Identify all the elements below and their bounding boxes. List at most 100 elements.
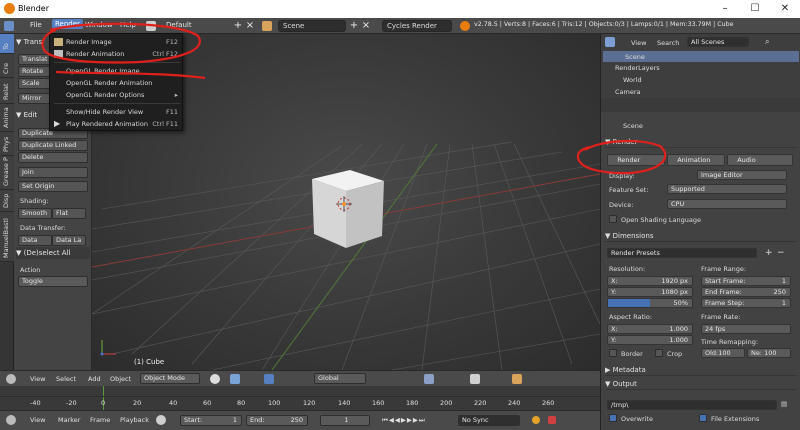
resolution-x-field[interactable]: X: 1920 px (607, 276, 693, 286)
frame-step-field[interactable]: Frame Step: 1 (701, 298, 791, 308)
menu-item-opengl-render-options[interactable]: OpenGL Render Options ▸ (50, 89, 184, 101)
aspect-y-field[interactable]: Y: 1.000 (607, 335, 693, 345)
menu-item-opengl-render-image[interactable]: OpenGL Render Image (50, 65, 184, 77)
resolution-y-field[interactable]: Y: 1080 px (607, 287, 693, 297)
outliner-item-renderlayers[interactable]: RenderLayers (615, 64, 660, 72)
search-icon[interactable]: ⌕ (765, 37, 769, 47)
3d-view-editor-icon[interactable] (6, 374, 16, 384)
smooth-button[interactable]: Smooth (18, 208, 52, 219)
output-section-header[interactable]: ▼ Output (605, 378, 797, 390)
render-engine-selector[interactable]: Cycles Render (382, 20, 452, 32)
menu-item-opengl-render-animation[interactable]: OpenGL Render Animation (50, 77, 184, 89)
deselect-all-header[interactable]: ▼ (De)select All (16, 247, 90, 259)
dimensions-section-header[interactable]: ▼ Dimensions (605, 230, 797, 242)
timeline-view-menu[interactable]: View (30, 416, 45, 424)
current-frame-field[interactable]: 1 (320, 415, 370, 426)
frame-menu[interactable]: Frame (90, 416, 110, 424)
end-frame-field[interactable]: End Frame: 250 (701, 287, 791, 297)
menu-item-render-image[interactable]: Render Image F12 (50, 36, 184, 48)
aspect-x-field[interactable]: X: 1.000 (607, 324, 693, 334)
device-selector[interactable]: CPU (667, 199, 787, 209)
delete-button[interactable]: Delete (18, 152, 88, 163)
manipulator-icon[interactable] (264, 374, 274, 384)
layout-selector[interactable]: Default (166, 21, 192, 29)
render-presets-selector[interactable]: Render Presets (607, 248, 757, 258)
outliner-editor-icon[interactable] (605, 37, 615, 47)
remove-preset-button[interactable]: − (777, 248, 785, 258)
time-remap-old-field[interactable]: Old:100 (701, 348, 745, 358)
animation-button[interactable]: Animation (667, 154, 725, 166)
folder-icon[interactable]: ▤ (781, 400, 787, 408)
playback-menu[interactable]: Playback (120, 416, 149, 424)
tab-grease-pencil[interactable]: Grease P (0, 156, 14, 190)
tab-tools[interactable]: To (0, 34, 14, 54)
tab-relations[interactable]: Relat (0, 78, 14, 104)
menu-item-play-rendered-animation[interactable]: ▶ Play Rendered Animation Ctrl F11 (50, 118, 184, 130)
overwrite-checkbox[interactable] (609, 414, 617, 422)
add-layout-button[interactable]: + (232, 20, 244, 32)
auto-keying-icon[interactable] (532, 416, 540, 424)
timeline-editor-icon[interactable] (6, 415, 16, 425)
join-button[interactable]: Join (18, 167, 88, 178)
outliner-item-world[interactable]: World (623, 76, 642, 84)
border-checkbox[interactable] (609, 349, 617, 357)
outliner-display-mode[interactable]: All Scenes (687, 37, 749, 47)
render-section-header[interactable]: ▼ Render (605, 136, 797, 148)
menu-help[interactable]: Help (120, 21, 136, 29)
properties-context-tabs[interactable] (601, 98, 800, 112)
metadata-section-header[interactable]: ▶ Metadata (605, 364, 797, 376)
tab-physics[interactable]: Phys (0, 132, 14, 156)
close-button[interactable]: ✕ (770, 1, 800, 17)
output-path-field[interactable]: /tmp\ (607, 400, 777, 410)
opengl-render-icon[interactable] (512, 374, 522, 384)
menu-item-render-animation[interactable]: Render Animation Ctrl F12 (50, 48, 184, 60)
render-button[interactable]: Render (607, 154, 665, 166)
keying-set-icon[interactable] (548, 416, 556, 424)
tab-display[interactable]: Disp (0, 190, 14, 212)
layers-icon[interactable] (424, 374, 434, 384)
outliner-item-camera[interactable]: Camera (615, 88, 641, 96)
start-frame-field[interactable]: Start: 1 (180, 415, 242, 426)
scene-selector[interactable]: Scene (278, 20, 346, 32)
action-selector[interactable]: Toggle (18, 276, 88, 287)
duplicate-linked-button[interactable]: Duplicate Linked (18, 140, 88, 151)
tab-animation[interactable]: Anima (0, 104, 14, 132)
preview-range-icon[interactable] (156, 415, 166, 425)
resolution-percentage-slider[interactable]: 50% (607, 298, 693, 308)
sync-mode-selector[interactable]: No Sync (458, 415, 520, 426)
audio-button[interactable]: Audio (727, 154, 793, 166)
menu-file[interactable]: File (30, 21, 42, 29)
snap-icon[interactable] (470, 374, 480, 384)
menu-window[interactable]: Window (85, 21, 113, 29)
crop-checkbox[interactable] (655, 349, 663, 357)
outliner-view-menu[interactable]: View (631, 39, 646, 47)
set-origin-button[interactable]: Set Origin (18, 181, 88, 192)
outliner-search-menu[interactable]: Search (657, 39, 679, 47)
info-editor-icon[interactable] (4, 21, 14, 31)
marker-menu[interactable]: Marker (58, 416, 80, 424)
osl-checkbox[interactable] (609, 215, 617, 223)
menu-item-show-hide-render-view[interactable]: Show/Hide Render View F11 (50, 106, 184, 118)
add-menu[interactable]: Add (88, 375, 101, 383)
menu-render[interactable]: Render (52, 19, 83, 29)
playback-controls[interactable]: ⏮◀◀▶▶▶⏭ (382, 416, 426, 425)
time-remap-new-field[interactable]: Ne: 100 (747, 348, 791, 358)
minimize-button[interactable]: – (710, 1, 740, 17)
remove-layout-button[interactable]: × (244, 20, 256, 32)
timeline-area[interactable]: -40 -20 0 20 40 60 80 100 120 140 160 18… (0, 386, 600, 410)
viewport-shading-icon[interactable] (210, 374, 220, 384)
select-menu[interactable]: Select (56, 375, 76, 383)
add-preset-button[interactable]: + (765, 248, 773, 258)
display-selector[interactable]: Image Editor (697, 170, 787, 180)
tab-create[interactable]: Cre (0, 54, 14, 78)
outliner-item-scene[interactable]: Scene (603, 51, 799, 62)
add-scene-button[interactable]: + (348, 20, 360, 32)
tab-manuelbastl[interactable]: ManuelBastl (0, 212, 14, 262)
end-frame-field[interactable]: End: 250 (246, 415, 308, 426)
frame-rate-selector[interactable]: 24 fps (701, 324, 791, 334)
maximize-button[interactable]: ☐ (740, 1, 770, 17)
remove-scene-button[interactable]: × (360, 20, 372, 32)
mode-selector[interactable]: Object Mode (140, 373, 200, 384)
orientation-selector[interactable]: Global (314, 373, 366, 384)
view-menu[interactable]: View (30, 375, 45, 383)
